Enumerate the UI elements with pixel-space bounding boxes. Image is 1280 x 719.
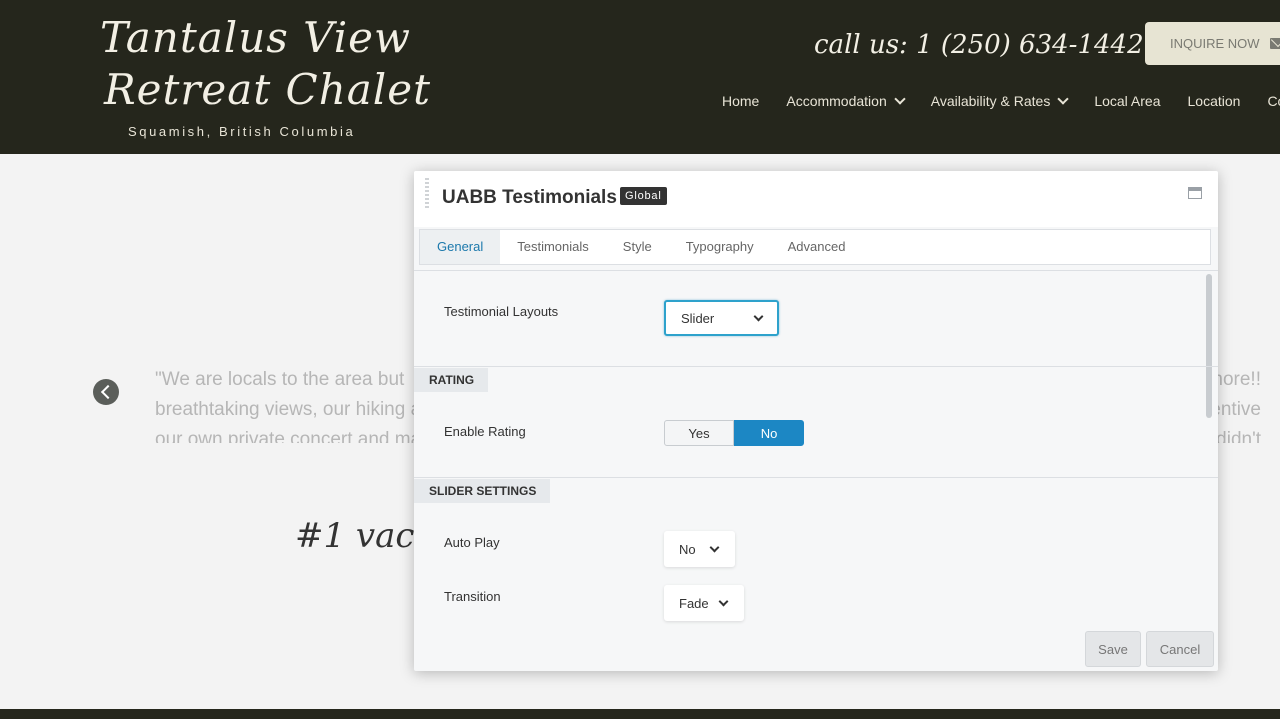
testimonial-layouts-value: Slider xyxy=(681,310,715,326)
nav-item-label: Location xyxy=(1187,93,1241,109)
settings-modal: UABB Testimonials Global General Testimo… xyxy=(414,171,1218,671)
auto-play-label: Auto Play xyxy=(444,535,500,550)
enable-rating-toggle: Yes No xyxy=(664,420,804,446)
inquire-now-label: INQUIRE NOW xyxy=(1170,36,1260,51)
nav-item-local-area[interactable]: Local Area xyxy=(1094,93,1160,109)
nav-item-label: Accommodation xyxy=(786,93,887,109)
modal-title: UABB Testimonials xyxy=(442,187,617,208)
enable-rating-yes-button[interactable]: Yes xyxy=(664,420,734,446)
nav-item-accommodation[interactable]: Accommodation xyxy=(786,92,906,109)
maximize-icon[interactable] xyxy=(1188,187,1202,199)
tab-typography[interactable]: Typography xyxy=(669,230,771,264)
nav-item-label: Local Area xyxy=(1094,93,1161,109)
nav-item-availability-rates[interactable]: Availability & Rates xyxy=(930,92,1069,109)
divider xyxy=(414,366,1218,367)
tab-style[interactable]: Style xyxy=(606,230,669,264)
divider xyxy=(414,477,1218,478)
main-nav: Home Accommodation Availability & Rates … xyxy=(722,92,1280,109)
nav-item-contact[interactable]: Contact xyxy=(1267,93,1280,109)
modal-tabs: General Testimonials Style Typography Ad… xyxy=(419,229,1211,265)
site-logo[interactable]: Tantalus View Retreat Chalet Squamish, B… xyxy=(100,12,431,139)
divider xyxy=(414,270,1218,271)
slider-prev-arrow-icon[interactable] xyxy=(93,379,119,405)
global-badge: Global xyxy=(620,187,667,205)
logo-line-2: Retreat Chalet xyxy=(104,65,431,114)
testimonial-line-left: breathtaking views, our hiking a xyxy=(155,399,422,420)
testimonial-line-left: our own private concert and ma xyxy=(155,429,422,443)
section-title-slider-settings: SLIDER SETTINGS xyxy=(414,479,551,503)
chevron-down-icon xyxy=(753,311,764,321)
transition-label: Transition xyxy=(444,589,501,604)
testimonial-line-right: didn't xyxy=(1216,429,1261,443)
testimonial-line-left: "We are locals to the area but xyxy=(155,369,405,390)
modal-header[interactable]: UABB Testimonials Global xyxy=(414,171,1218,227)
save-button[interactable]: Save xyxy=(1085,631,1141,667)
logo-subtitle: Squamish, British Columbia xyxy=(128,124,356,139)
phone-number[interactable]: call us: 1 (250) 634-1442 xyxy=(814,30,1144,60)
chevron-down-icon xyxy=(894,92,906,105)
enable-rating-label: Enable Rating xyxy=(444,424,526,439)
nav-item-home[interactable]: Home xyxy=(722,93,759,109)
nav-item-label: Availability & Rates xyxy=(930,93,1051,109)
inquire-now-button[interactable]: INQUIRE NOW xyxy=(1145,22,1280,65)
chevron-down-icon xyxy=(718,596,729,606)
modal-scrollbar[interactable] xyxy=(1206,274,1212,418)
logo-line-1: Tantalus View xyxy=(100,13,411,62)
transition-value: Fade xyxy=(679,595,709,611)
footer-bar xyxy=(0,709,1280,719)
auto-play-select[interactable]: No xyxy=(664,531,735,567)
envelope-icon xyxy=(1269,38,1280,49)
chevron-down-icon xyxy=(1057,92,1069,105)
enable-rating-no-button[interactable]: No xyxy=(734,420,804,446)
section-title-rating: RATING xyxy=(414,368,489,392)
nav-item-location[interactable]: Location xyxy=(1188,93,1241,109)
testimonial-layouts-label: Testimonial Layouts xyxy=(444,304,559,319)
testimonial-layouts-select[interactable]: Slider xyxy=(664,300,779,336)
tab-general[interactable]: General xyxy=(420,230,501,264)
nav-item-label: Home xyxy=(722,93,760,109)
chevron-down-icon xyxy=(709,542,720,552)
nav-item-label: Contact xyxy=(1267,93,1280,109)
site-header: Tantalus View Retreat Chalet Squamish, B… xyxy=(0,0,1280,154)
tab-testimonials[interactable]: Testimonials xyxy=(500,230,606,264)
cancel-button[interactable]: Cancel xyxy=(1146,631,1214,667)
transition-select[interactable]: Fade xyxy=(664,585,744,621)
auto-play-value: No xyxy=(679,541,696,557)
drag-handle-icon[interactable] xyxy=(425,178,429,208)
tab-advanced[interactable]: Advanced xyxy=(771,230,863,264)
